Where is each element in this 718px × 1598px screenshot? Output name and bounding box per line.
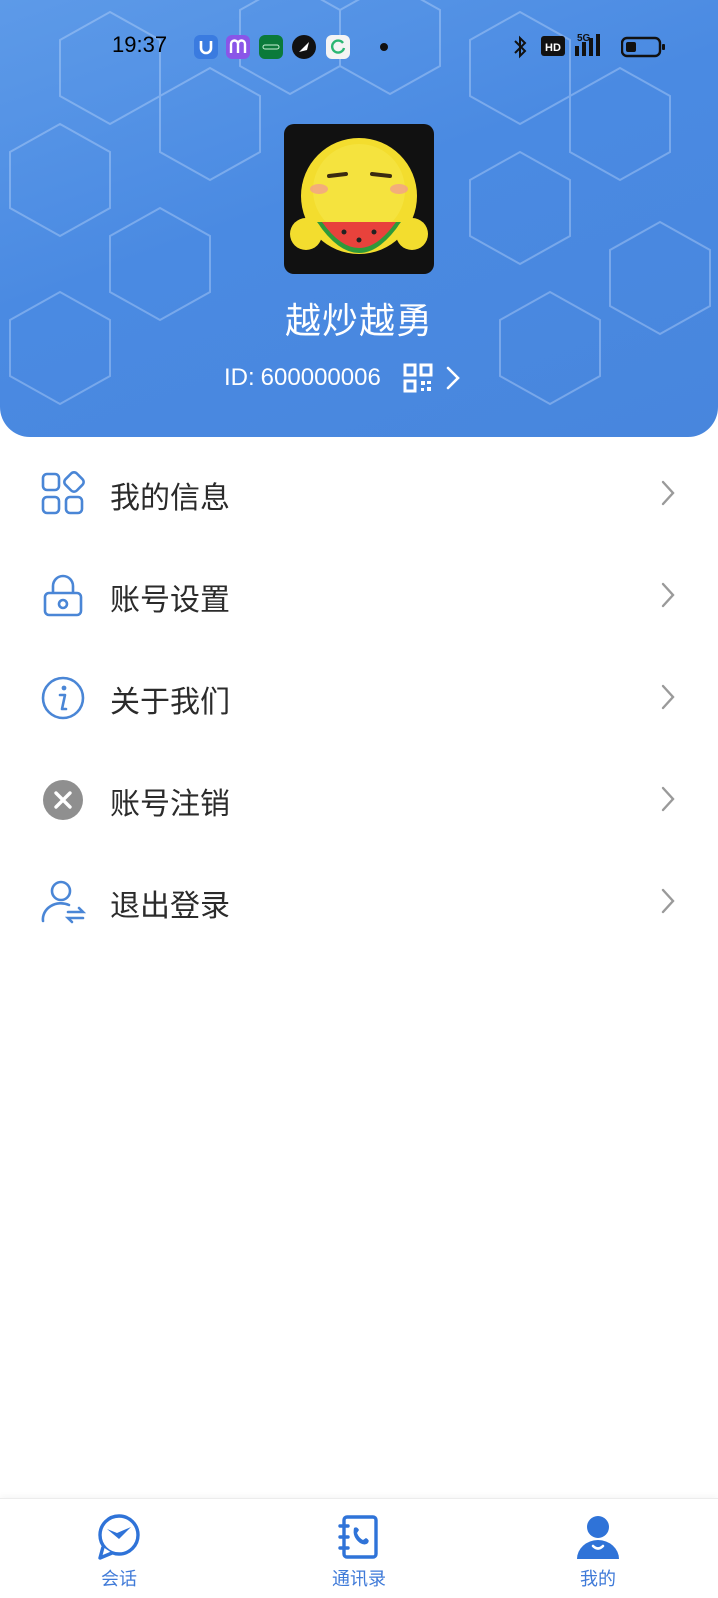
menu-item-delete-account[interactable]: 账号注销	[0, 749, 718, 851]
settings-menu: 我的信息 账号设置 关于我们 账号注销 退出登录	[0, 443, 718, 953]
id-label: ID:	[224, 364, 255, 391]
menu-label: 退出登录	[110, 889, 230, 924]
nickname: 越炒越勇	[284, 301, 433, 342]
chevron-right-icon	[661, 786, 675, 812]
tab-chat[interactable]: 会话	[59, 1499, 179, 1598]
chevron-right-icon	[661, 684, 675, 710]
status-time: 19:37	[112, 32, 168, 57]
menu-item-logout[interactable]: 退出登录	[0, 851, 718, 953]
more-notifications-dot	[380, 43, 388, 51]
status-bar: 19:37 HD 5G	[0, 26, 718, 66]
profile-header: 19:37 HD 5G 越炒越勇 ID: 600000006	[0, 0, 718, 437]
chevron-right-icon	[661, 480, 675, 506]
m-app-icon	[226, 35, 250, 59]
tab-label: 我的	[580, 1569, 616, 1590]
grid-icon	[41, 471, 85, 515]
menu-label: 我的信息	[110, 481, 230, 516]
user-switch-icon	[41, 880, 86, 924]
chevron-right-icon	[661, 888, 675, 914]
battery-icon	[621, 36, 665, 58]
chevron-right-icon[interactable]	[445, 365, 461, 391]
bluetooth-icon	[514, 35, 527, 59]
lock-icon	[43, 574, 83, 617]
feather-app-icon	[292, 35, 316, 59]
menu-item-my-info[interactable]: 我的信息	[0, 443, 718, 545]
menu-label: 关于我们	[110, 685, 230, 720]
oppo-app-icon	[259, 35, 283, 59]
emoji-avatar-image	[290, 138, 428, 254]
5g-signal-icon: 5G	[575, 33, 600, 56]
tab-label: 通讯录	[332, 1569, 386, 1590]
contacts-icon	[338, 1515, 378, 1559]
tab-label: 会话	[101, 1569, 137, 1590]
hd-icon: HD	[541, 36, 565, 56]
chat-icon	[98, 1514, 140, 1560]
bottom-tab-bar: 会话 通讯录 我的	[0, 1498, 718, 1598]
svg-text:HD: HD	[545, 42, 561, 54]
refresh-app-icon	[326, 35, 350, 59]
chevron-right-icon	[661, 582, 675, 608]
close-circle-icon	[43, 780, 83, 820]
menu-label: 账号注销	[110, 787, 230, 822]
info-icon	[41, 676, 85, 720]
person-icon	[577, 1516, 619, 1559]
user-id-row[interactable]: ID: 600000006	[224, 360, 461, 396]
tab-me[interactable]: 我的	[538, 1499, 658, 1598]
tab-contacts[interactable]: 通讯录	[299, 1499, 419, 1598]
menu-label: 账号设置	[110, 583, 230, 618]
qr-code-icon[interactable]	[403, 363, 433, 393]
menu-item-about-us[interactable]: 关于我们	[0, 647, 718, 749]
avatar[interactable]	[284, 124, 434, 274]
menu-item-account-settings[interactable]: 账号设置	[0, 545, 718, 647]
id-value: 600000006	[260, 364, 381, 391]
u-app-icon	[194, 35, 218, 59]
